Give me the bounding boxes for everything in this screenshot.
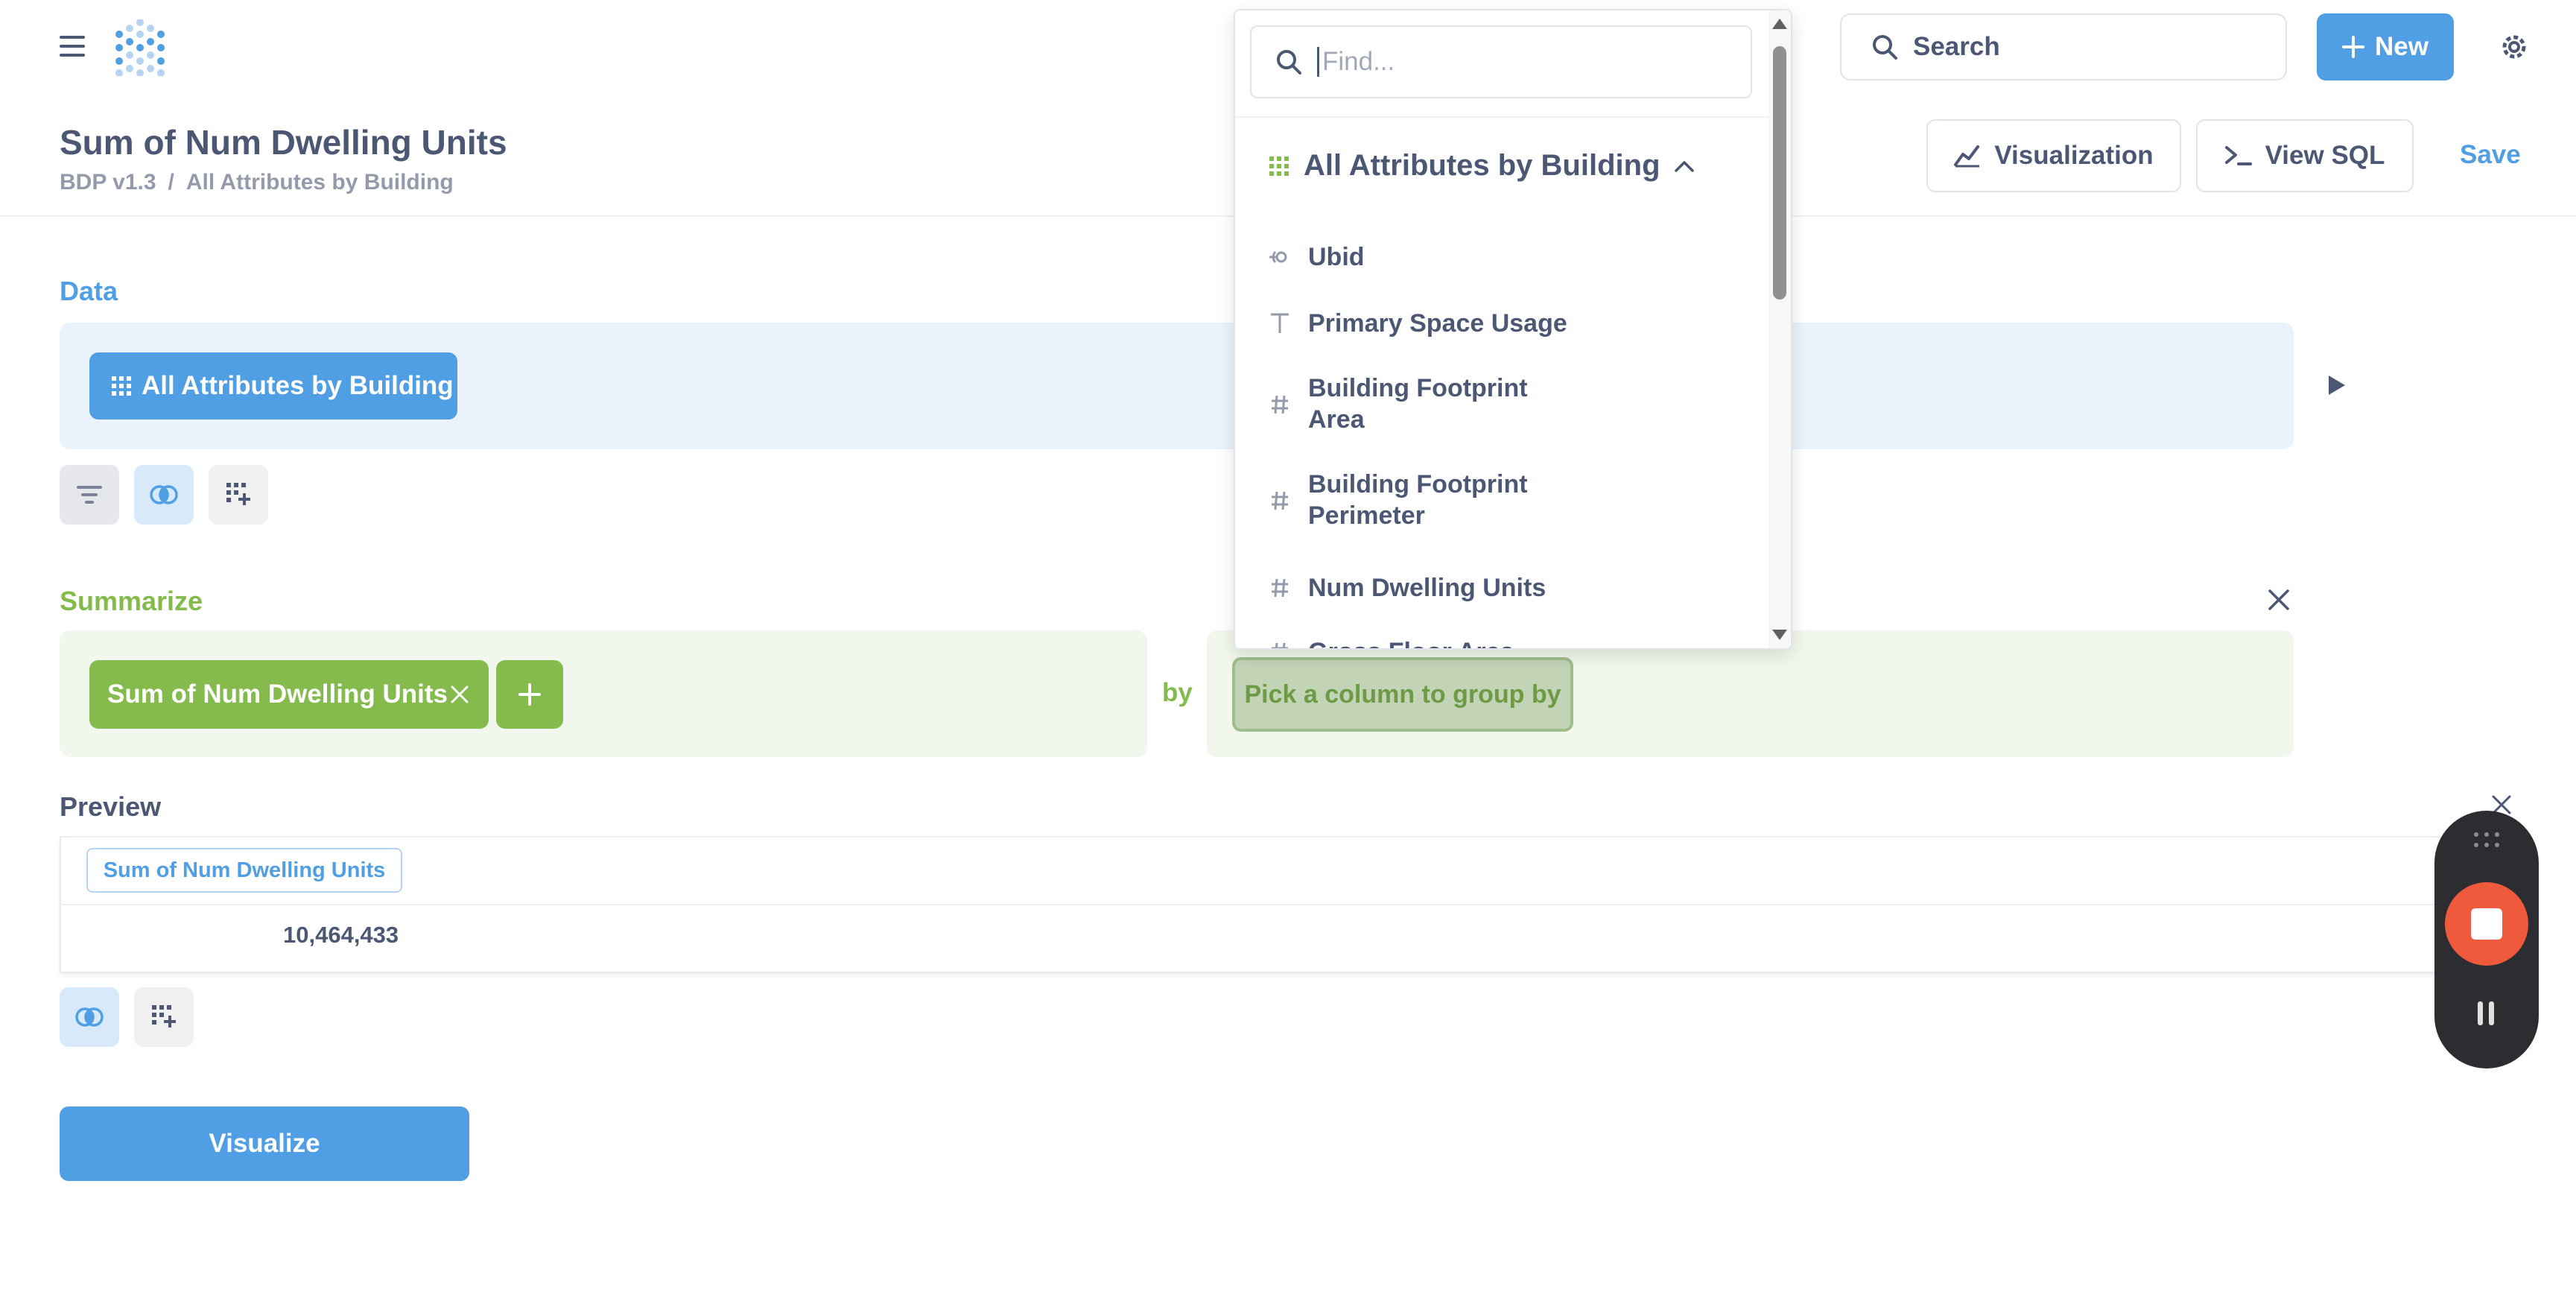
page-title: Sum of Num Dwelling Units	[60, 123, 507, 162]
add-metric-button[interactable]	[496, 660, 563, 729]
field-item-building-footprint-perimeter[interactable]: Building Footprint Perimeter	[1266, 469, 1528, 531]
field-label: Num Dwelling Units	[1308, 574, 1546, 602]
field-label: Gross Floor Area	[1308, 636, 1514, 648]
number-type-icon	[1266, 572, 1293, 604]
table-cell: 10,464,433	[283, 922, 399, 948]
global-search-bar[interactable]: Search	[1840, 13, 2287, 80]
metric-pill-label: Sum of Num Dwelling Units	[107, 680, 448, 709]
number-type-icon	[1266, 485, 1293, 516]
breadcrumb-separator: /	[168, 170, 174, 194]
data-section-label: Data	[60, 276, 118, 306]
plus-icon	[2342, 36, 2365, 58]
visualization-label: Visualization	[1994, 141, 2154, 170]
custom-column-step-button[interactable]	[134, 987, 194, 1047]
new-button[interactable]: New	[2317, 13, 2454, 80]
filter-icon	[77, 484, 102, 505]
text-type-icon	[1266, 308, 1293, 339]
preview-column-header[interactable]: Sum of Num Dwelling Units	[86, 848, 402, 893]
terminal-icon	[2224, 145, 2252, 167]
settings-gear-icon[interactable]	[2499, 31, 2530, 63]
field-item-num-dwelling-units[interactable]: Num Dwelling Units	[1266, 572, 1546, 604]
breadcrumb-database[interactable]: BDP v1.3	[60, 170, 156, 195]
field-label: Ubid	[1308, 243, 1365, 271]
remove-summarize-icon[interactable]	[2268, 589, 2290, 611]
table-row-divider	[60, 904, 2443, 905]
find-input[interactable]: Find...	[1250, 25, 1752, 98]
field-item-building-footprint-area[interactable]: Building Footprint Area	[1266, 373, 1528, 435]
scroll-down-arrow-icon[interactable]	[1771, 629, 1788, 641]
line-chart-icon	[1954, 144, 1981, 168]
search-icon	[1871, 34, 1898, 60]
field-item-gross-floor-area[interactable]: Gross Floor Area	[1266, 636, 1514, 648]
metric-pill[interactable]: Sum of Num Dwelling Units	[89, 660, 489, 729]
view-sql-label: View SQL	[2265, 141, 2385, 170]
join-icon	[74, 1007, 104, 1028]
popover-divider	[1235, 116, 1768, 118]
field-item-ubid[interactable]: Ubid	[1266, 241, 1365, 273]
field-label: Primary Space Usage	[1308, 309, 1567, 338]
save-button[interactable]: Save	[2460, 140, 2521, 170]
find-input-placeholder: Find...	[1317, 47, 1395, 77]
new-button-label: New	[2375, 32, 2429, 61]
data-table-pill-label: All Attributes by Building	[142, 371, 454, 400]
view-sql-button[interactable]: View SQL	[2196, 119, 2414, 192]
join-step-button[interactable]	[134, 465, 194, 525]
table-grid-icon	[112, 376, 131, 396]
number-type-icon	[1266, 636, 1293, 648]
table-section-title: All Attributes by Building	[1304, 149, 1660, 182]
pause-icon[interactable]	[2475, 1000, 2497, 1027]
join-step-button[interactable]	[60, 987, 119, 1047]
visualize-button[interactable]: Visualize	[60, 1106, 469, 1181]
add-column-grid-icon	[226, 483, 250, 507]
table-grid-icon	[1269, 156, 1289, 176]
number-type-icon	[1266, 389, 1293, 420]
field-label: Building Footprint Area	[1308, 374, 1528, 434]
play-preview-icon[interactable]	[2327, 374, 2347, 396]
search-icon	[1275, 48, 1302, 75]
field-label: Building Footprint Perimeter	[1308, 470, 1528, 530]
join-icon	[149, 484, 179, 505]
pick-group-column-button[interactable]: Pick a column to group by	[1232, 657, 1573, 732]
breadcrumb-table[interactable]: All Attributes by Building	[186, 170, 454, 195]
preview-label: Preview	[60, 791, 162, 822]
scrollbar-thumb[interactable]	[1773, 46, 1786, 300]
filter-step-button[interactable]	[60, 465, 119, 525]
stop-recording-button[interactable]	[2445, 882, 2528, 966]
stop-icon	[2471, 908, 2502, 940]
metabase-logo-icon[interactable]	[113, 19, 167, 76]
scroll-up-arrow-icon[interactable]	[1771, 18, 1788, 30]
custom-column-step-button[interactable]	[209, 465, 268, 525]
data-table-pill[interactable]: All Attributes by Building	[89, 352, 457, 419]
by-label: by	[1162, 678, 1193, 707]
menu-hamburger-icon[interactable]	[60, 36, 85, 57]
field-item-primary-space-usage[interactable]: Primary Space Usage	[1266, 308, 1567, 339]
table-section-header[interactable]: All Attributes by Building	[1269, 149, 1695, 183]
column-picker-popover: Find... All Attributes by Building Ubid …	[1234, 9, 1792, 650]
plus-icon	[518, 683, 542, 706]
search-label: Search	[1913, 32, 2000, 61]
foreign-key-icon	[1266, 241, 1293, 273]
breadcrumb: BDP v1.3 / All Attributes by Building	[60, 170, 454, 195]
visualization-button[interactable]: Visualization	[1926, 119, 2181, 192]
chevron-up-icon	[1674, 159, 1695, 173]
drag-handle-icon[interactable]	[2473, 832, 2500, 848]
add-column-grid-icon	[152, 1005, 176, 1029]
summarize-section-label: Summarize	[60, 586, 203, 616]
remove-metric-icon[interactable]	[450, 685, 469, 704]
